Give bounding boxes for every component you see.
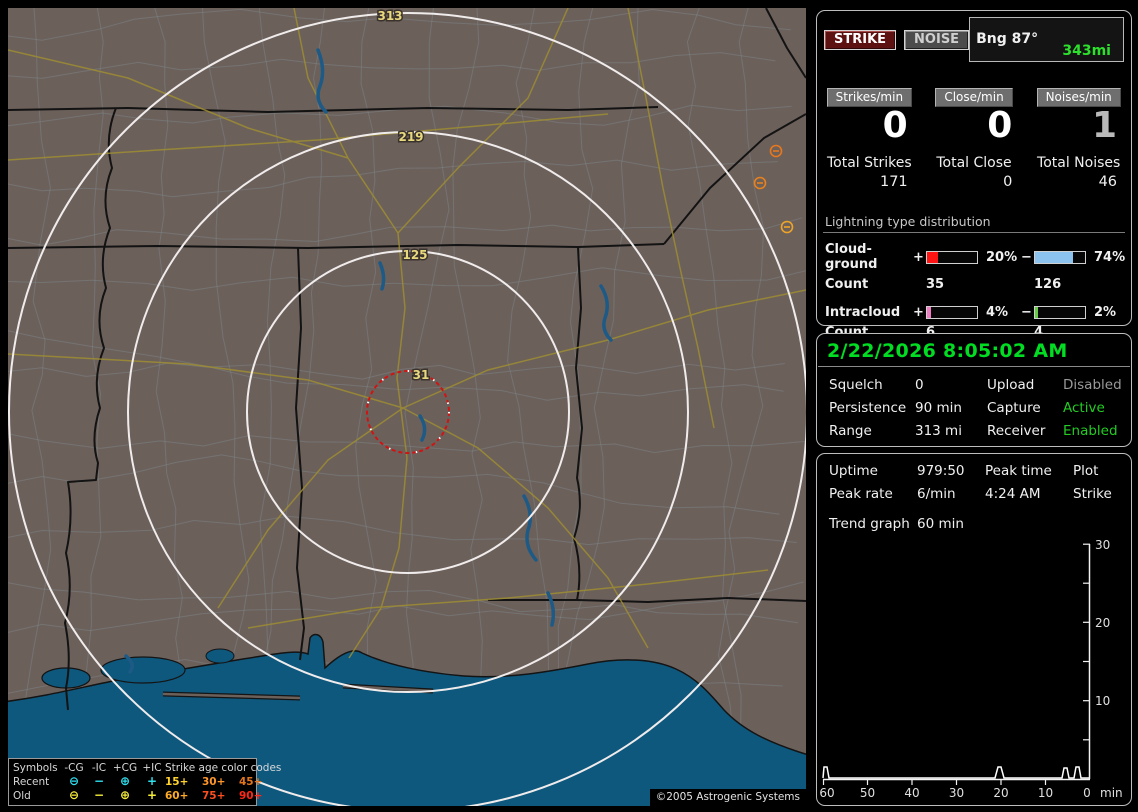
svg-text:60: 60 bbox=[819, 786, 834, 800]
app-window: 313 219 125 31 Symbols -CG -IC +CG +IC S… bbox=[0, 0, 1138, 812]
persistence-value: 90 min bbox=[915, 400, 962, 416]
plus-sign: + bbox=[913, 249, 924, 265]
old-neg-cg-icon: ⊖ bbox=[68, 788, 80, 802]
svg-text:30: 30 bbox=[949, 786, 964, 800]
legend-col-pos-cg: +CG bbox=[112, 762, 138, 774]
ring-label-313: 313 bbox=[377, 9, 402, 23]
squelch-label: Squelch bbox=[829, 377, 883, 393]
legend-age-header: Strike age color codes bbox=[165, 762, 282, 774]
alert-toolbar: STRIKE NOISE Bng 87° 343mi bbox=[824, 17, 1124, 62]
ring-label-31: 31 bbox=[413, 368, 430, 382]
ic-plus-bar bbox=[926, 306, 978, 319]
svg-text:20: 20 bbox=[993, 786, 1008, 800]
copyright-notice: ©2005 Astrogenic Systems bbox=[649, 789, 806, 806]
persistence-label: Persistence bbox=[829, 400, 907, 416]
close-per-min-value: 0 bbox=[987, 105, 1013, 146]
upload-status: Disabled bbox=[1063, 377, 1122, 393]
legend-col-neg-cg: -CG bbox=[64, 762, 84, 774]
trend-plot-line bbox=[822, 766, 1089, 779]
rate-counters: Strikes/min 0 Total Strikes 171 Close/mi… bbox=[817, 88, 1131, 190]
cg-plus-bar bbox=[926, 250, 978, 264]
svg-text:min: min bbox=[1100, 786, 1123, 800]
total-close-value: 0 bbox=[1003, 174, 1013, 190]
svg-text:10: 10 bbox=[1038, 786, 1053, 800]
total-strikes-value: 171 bbox=[879, 174, 908, 190]
total-noises-value: 46 bbox=[1098, 174, 1118, 190]
svg-text:30: 30 bbox=[1095, 538, 1110, 552]
noise-button[interactable]: NOISE bbox=[904, 29, 970, 50]
trend-graph: 30 20 10 60 50 40 30 20 10 0 min bbox=[819, 538, 1122, 800]
cg-plus-count: 35 bbox=[926, 277, 945, 292]
range-value: 313 mi bbox=[915, 423, 962, 439]
lightning-distribution: Lightning type distribution Cloud-ground… bbox=[823, 214, 1125, 342]
stats-panel: STRIKE NOISE Bng 87° 343mi Strikes/min 0… bbox=[816, 10, 1132, 340]
age-30: 30+ bbox=[202, 776, 226, 788]
age-90: 90+ bbox=[239, 790, 263, 802]
svg-text:50: 50 bbox=[860, 786, 875, 800]
status-panel: 2/22/2026 8:05:02 AM Squelch 0 Upload Di… bbox=[816, 333, 1132, 447]
total-noises-label: Total Noises bbox=[1037, 155, 1121, 171]
receiver-label: Receiver bbox=[987, 423, 1046, 439]
total-strikes-label: Total Strikes bbox=[826, 155, 912, 171]
receiver-status: Enabled bbox=[1063, 423, 1118, 439]
noises-per-min-value: 1 bbox=[1091, 105, 1118, 146]
upload-label: Upload bbox=[987, 377, 1035, 393]
recent-pos-ic-icon: + bbox=[146, 774, 158, 788]
graph-tick-labels: 30 20 10 60 50 40 30 20 10 0 min bbox=[819, 538, 1122, 800]
age-45: 45+ bbox=[239, 776, 263, 788]
svg-text:20: 20 bbox=[1095, 616, 1110, 630]
bearing-label: Bng 87° bbox=[976, 31, 1039, 47]
legend-symbols-header: Symbols bbox=[13, 762, 58, 774]
strike-button[interactable]: STRIKE bbox=[824, 29, 897, 50]
legend-col-neg-ic: -IC bbox=[91, 762, 107, 774]
strikes-counter: Strikes/min 0 Total Strikes 171 bbox=[817, 88, 922, 190]
strikes-per-min-value: 0 bbox=[882, 105, 908, 146]
svg-text:40: 40 bbox=[904, 786, 919, 800]
recent-neg-ic-icon: − bbox=[93, 774, 105, 788]
recent-neg-cg-icon: ⊖ bbox=[68, 774, 80, 788]
capture-label: Capture bbox=[987, 400, 1041, 416]
legend-row-recent: Recent bbox=[13, 776, 50, 788]
bearing-display: Bng 87° 343mi bbox=[969, 17, 1124, 62]
minus-sign: − bbox=[1021, 249, 1032, 265]
age-60: 60+ bbox=[165, 790, 189, 802]
old-neg-ic-icon: − bbox=[93, 788, 105, 802]
cg-count-label: Count bbox=[825, 277, 869, 292]
squelch-value: 0 bbox=[915, 377, 924, 393]
cg-minus-count: 126 bbox=[1034, 277, 1062, 292]
bearing-distance: 343mi bbox=[1062, 43, 1111, 59]
cg-minus-pct: 74% bbox=[1094, 249, 1126, 265]
legend-row-old: Old bbox=[13, 790, 31, 802]
cloud-ground-label: Cloud-ground bbox=[825, 242, 878, 272]
ic-plus-pct: 4% bbox=[986, 305, 1009, 320]
plus-sign: + bbox=[913, 305, 924, 320]
svg-text:0: 0 bbox=[1083, 786, 1091, 800]
noises-counter: Noises/min 1 Total Noises 46 bbox=[1026, 88, 1131, 190]
close-counter: Close/min 0 Total Close 0 bbox=[922, 88, 1027, 190]
cg-minus-bar bbox=[1034, 250, 1086, 264]
old-pos-cg-icon: ⊕ bbox=[119, 788, 131, 802]
trend-panel: Uptime 979:50 Peak time Plot Peak rate 6… bbox=[816, 453, 1132, 806]
datetime-display: 2/22/2026 8:05:02 AM bbox=[827, 340, 1068, 362]
lightning-map[interactable]: 313 219 125 31 Symbols -CG -IC +CG +IC S… bbox=[8, 8, 806, 806]
range-label: Range bbox=[829, 423, 872, 439]
minus-sign: − bbox=[1021, 305, 1032, 320]
age-75: 75+ bbox=[202, 790, 226, 802]
ic-minus-bar bbox=[1034, 306, 1086, 319]
legend-col-pos-ic: +IC bbox=[142, 762, 162, 774]
capture-status: Active bbox=[1063, 400, 1105, 416]
ring-label-219: 219 bbox=[398, 130, 423, 144]
cg-plus-pct: 20% bbox=[986, 249, 1018, 265]
old-pos-ic-icon: + bbox=[146, 788, 158, 802]
ic-minus-pct: 2% bbox=[1094, 305, 1117, 320]
intracloud-label: Intracloud bbox=[825, 305, 901, 320]
distribution-title: Lightning type distribution bbox=[823, 214, 1125, 233]
recent-pos-cg-icon: ⊕ bbox=[119, 774, 131, 788]
ring-label-125: 125 bbox=[402, 248, 427, 262]
svg-text:10: 10 bbox=[1095, 694, 1110, 708]
map-legend: Symbols -CG -IC +CG +IC Strike age color… bbox=[8, 758, 281, 806]
age-15: 15+ bbox=[165, 776, 189, 788]
map-canvas: 313 219 125 31 bbox=[8, 8, 806, 806]
total-close-label: Total Close bbox=[936, 155, 1012, 171]
